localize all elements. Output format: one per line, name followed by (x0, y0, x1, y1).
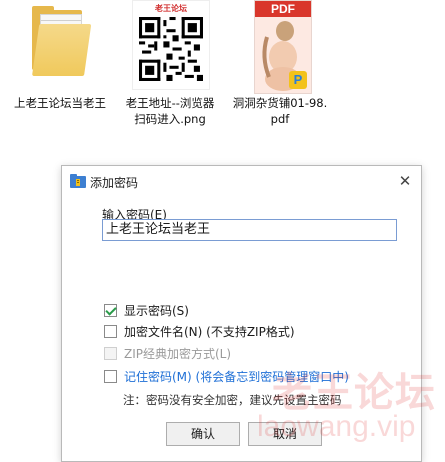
watermark-en: laowang.vip (257, 410, 416, 443)
checkbox-disabled (104, 347, 117, 360)
checkbox[interactable] (104, 370, 117, 383)
checkbox-checked[interactable] (104, 304, 117, 317)
confirm-button[interactable]: 确认 (166, 422, 240, 446)
folder-icon (10, 0, 110, 95)
file-item-pdf[interactable]: PDF P 洞洞杂货铺01-98.pdf (230, 0, 330, 127)
pdf-tag: PDF (255, 1, 311, 17)
file-item-qr-png[interactable]: 老王论坛 老王地址--浏览器扫码进入.png (120, 0, 220, 127)
password-input[interactable]: 上老王论坛当老王 (102, 219, 397, 241)
file-name: 老王地址--浏览器扫码进入.png (125, 96, 215, 126)
checkbox-label: ZIP经典加密方式(L) (124, 347, 232, 361)
app-badge-icon: P (289, 71, 307, 89)
file-item-folder[interactable]: 上老王论坛当老王 (10, 0, 110, 111)
checkbox-label: 加密文件名(N) (不支持ZIP格式) (124, 325, 295, 339)
archive-app-icon (70, 174, 86, 188)
pdf-thumbnail: PDF P (230, 0, 330, 95)
dialog-titlebar[interactable]: 添加密码 ✕ (62, 166, 421, 196)
checkbox-label: 显示密码(S) (124, 304, 189, 318)
checkbox[interactable] (104, 325, 117, 338)
close-icon[interactable]: ✕ (395, 171, 415, 191)
qr-code-icon (139, 17, 203, 81)
thumbnail-title: 老王论坛 (155, 4, 187, 13)
file-name: 上老王论坛当老王 (14, 96, 106, 110)
qr-image-thumbnail: 老王论坛 (120, 0, 220, 95)
file-name: 洞洞杂货铺01-98.pdf (232, 96, 328, 126)
dialog-title: 添加密码 (90, 176, 139, 190)
